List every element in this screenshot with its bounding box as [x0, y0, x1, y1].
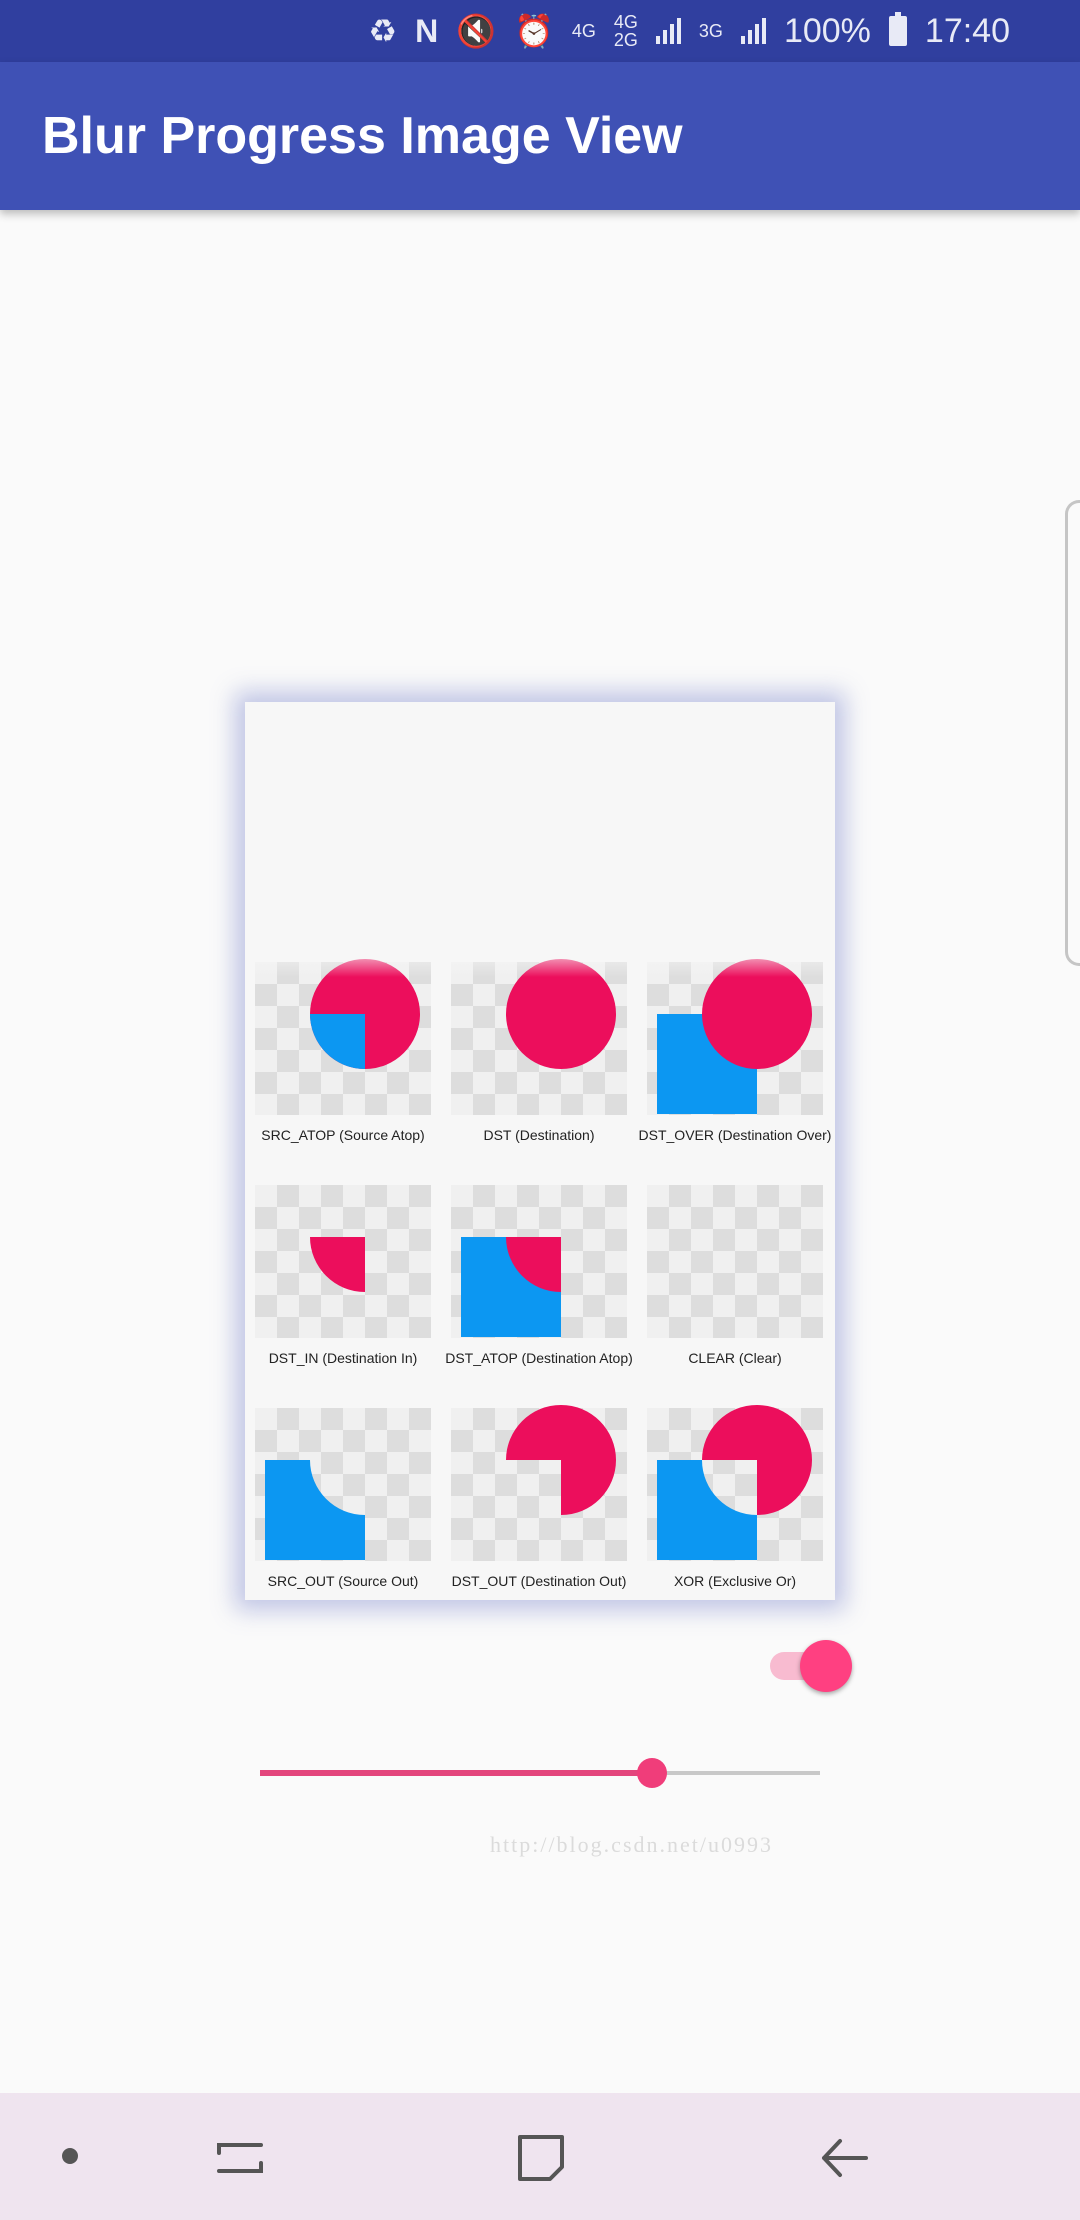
sync-icon: ♻	[368, 13, 398, 49]
cell-label: DST_OVER (Destination Over)	[638, 1127, 832, 1143]
battery-icon	[888, 12, 907, 46]
seekbar-progress	[260, 1770, 652, 1776]
src-out-figure	[265, 1460, 365, 1560]
back-icon[interactable]	[810, 2123, 880, 2193]
cell-label: DST_IN (Destination In)	[268, 1350, 418, 1366]
blur-toggle-switch[interactable]	[770, 1640, 856, 1692]
grid-cell: DST_OUT (Destination Out)	[451, 1405, 647, 1631]
signal-icon	[740, 18, 766, 44]
grid-cell: SRC_ATOP (Source Atop)	[255, 959, 451, 1185]
cell-label: DST_OUT (Destination Out)	[451, 1573, 627, 1589]
porter-duff-grid: SRC_ATOP (Source Atop) DST (Destination)…	[255, 959, 837, 1857]
app-bar: Blur Progress Image View	[0, 62, 1080, 210]
dst-out-figure	[506, 1405, 616, 1515]
grid-cell: DST (Destination)	[451, 959, 647, 1185]
network-4g2g-label: 4G 2G	[613, 12, 638, 50]
watermark: http://blog.csdn.net/u0993	[490, 1832, 773, 1857]
nfc-icon: N	[415, 13, 439, 49]
navigation-bar	[0, 2093, 1080, 2220]
cell-label: DST_ATOP (Destination Atop)	[445, 1350, 633, 1366]
edge-panel-handle[interactable]	[1065, 500, 1080, 966]
home-icon[interactable]	[506, 2123, 576, 2193]
cell-label: SRC_ATOP (Source Atop)	[261, 1127, 425, 1143]
cell-label: CLEAR (Clear)	[688, 1350, 782, 1366]
alarm-icon: ⏰	[514, 13, 554, 49]
signal-icon	[655, 18, 681, 44]
grid-cell: DST_OVER (Destination Over)	[639, 959, 843, 1185]
grid-cell: SRC_OUT (Source Out)	[255, 1408, 451, 1631]
dst-atop-figure	[461, 1237, 561, 1337]
status-bar: ♻ N 🔇 ⏰ 4G 4G 2G 3G 100% 17:40	[0, 0, 1080, 62]
recent-apps-icon[interactable]	[205, 2123, 275, 2193]
page-title: Blur Progress Image View	[42, 107, 683, 165]
grid-cell: CLEAR (Clear)	[647, 1185, 843, 1408]
network-3g-label: 3G	[698, 21, 723, 41]
cell-label: SRC_OUT (Source Out)	[267, 1573, 419, 1589]
xor-figure	[657, 1405, 812, 1560]
blur-progress-image: SRC_ATOP (Source Atop) DST (Destination)…	[245, 702, 837, 1857]
blur-overlay	[245, 702, 835, 977]
checkerboard	[647, 1185, 823, 1338]
switch-thumb	[800, 1640, 852, 1692]
cell-label: DST (Destination)	[483, 1127, 595, 1143]
battery-percent: 100%	[783, 11, 871, 50]
network-4g-label: 4G	[571, 21, 596, 41]
dst-in-figure	[310, 1237, 365, 1292]
cell-label: XOR (Exclusive Or)	[673, 1573, 797, 1589]
grid-cell: DST_IN (Destination In)	[255, 1185, 451, 1408]
dot-icon[interactable]	[62, 2148, 78, 2164]
clock: 17:40	[924, 11, 1010, 50]
mute-icon: 🔇	[456, 13, 497, 49]
grid-cell: XOR (Exclusive Or)	[647, 1405, 843, 1631]
grid-cell: DST_ATOP (Destination Atop)	[445, 1185, 647, 1408]
blur-progress-seekbar[interactable]	[260, 1758, 820, 1788]
seekbar-thumb[interactable]	[637, 1758, 667, 1788]
